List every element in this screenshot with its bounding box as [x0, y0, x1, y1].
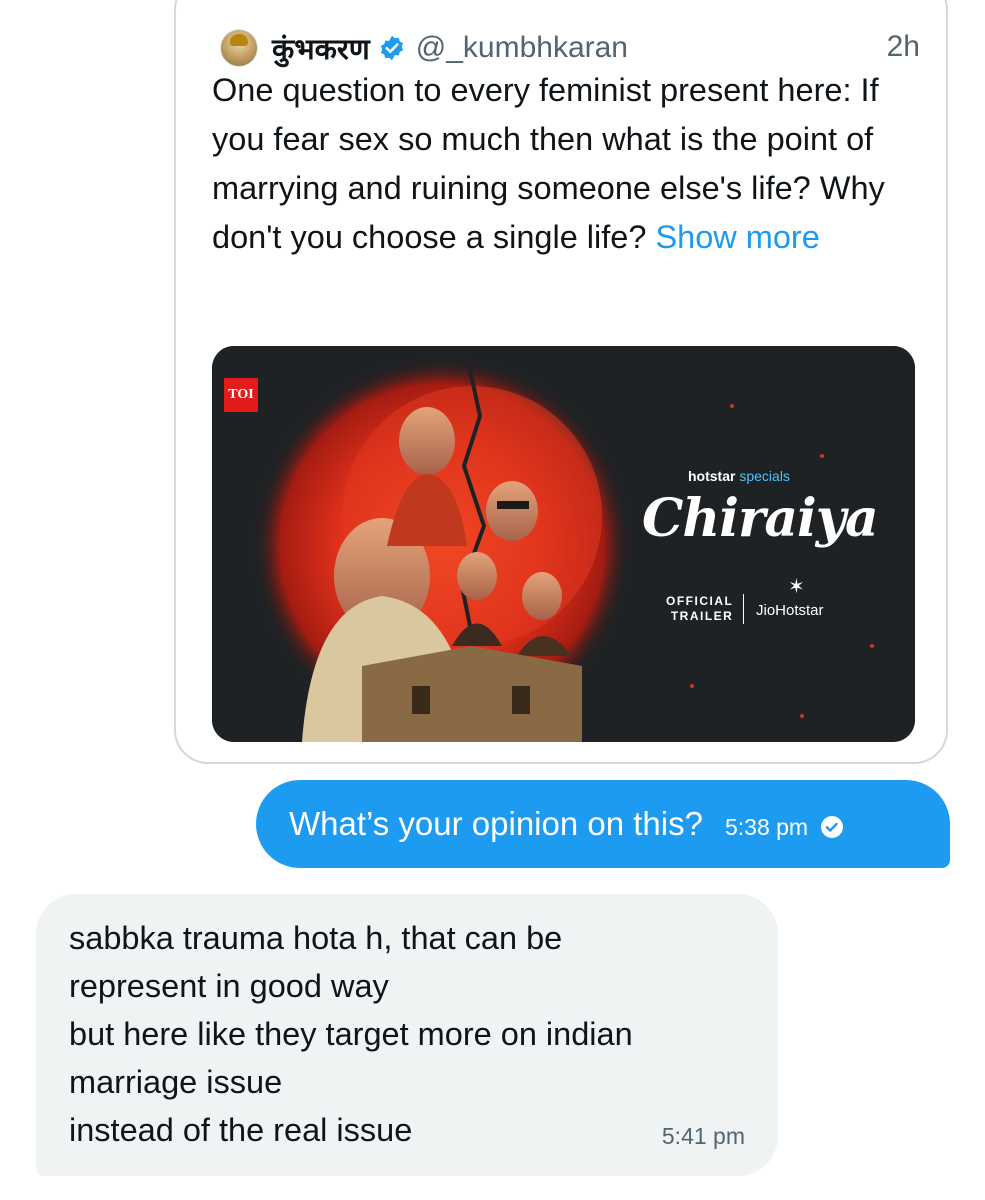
received-message-line: represent in good way: [69, 968, 389, 1004]
tweet-timestamp: 2h: [886, 30, 920, 63]
media-partner: JioHotstar: [756, 602, 824, 619]
tweet-header: कुंभकरण @_kumbhkaran 2h: [220, 26, 920, 70]
received-message-bubble[interactable]: sabbka trauma hota h, that can be repres…: [36, 894, 778, 1176]
verified-badge-icon: [378, 34, 406, 62]
tweet-media-thumbnail[interactable]: TOI hotstar specials Chiraiya OFFICIAL T…: [212, 346, 915, 742]
toi-badge: TOI: [224, 378, 258, 412]
trailer-line-2: TRAILER: [670, 609, 734, 623]
received-message-line: but here like they target more on indian: [69, 1016, 633, 1052]
display-name[interactable]: कुंभकरण: [272, 29, 370, 68]
brand-name: hotstar: [688, 468, 736, 484]
media-trailer-label: OFFICIAL TRAILER: [666, 594, 745, 624]
quoted-tweet-card[interactable]: कुंभकरण @_kumbhkaran 2h One question to …: [174, 0, 948, 764]
sent-message-bubble[interactable]: What’s your opinion on this? 5:38 pm: [256, 780, 950, 868]
check-circle-icon: [820, 815, 844, 839]
tweet-text: One question to every feminist present h…: [212, 66, 922, 262]
sparkle-icon: ✶: [788, 576, 805, 598]
brand-suffix: specials: [739, 468, 790, 484]
media-brand: hotstar specials: [688, 468, 790, 484]
sent-message-text: What’s your opinion on this?: [289, 805, 703, 842]
received-message-text: sabbka trauma hota h, that can be repres…: [69, 914, 759, 1154]
sent-message-time: 5:38 pm: [724, 813, 809, 840]
avatar[interactable]: [220, 29, 258, 67]
received-message-line: instead of the real issue: [69, 1112, 413, 1148]
received-message-line: sabbka trauma hota h, that can be: [69, 920, 563, 956]
user-handle[interactable]: @_kumbhkaran: [416, 31, 628, 65]
trailer-line-1: OFFICIAL: [666, 594, 734, 608]
received-message-line: marriage issue: [69, 1064, 283, 1100]
received-message-time: 5:41 pm: [661, 1123, 745, 1149]
show-more-link[interactable]: Show more: [655, 219, 819, 255]
media-title: Chiraiya: [642, 488, 879, 549]
